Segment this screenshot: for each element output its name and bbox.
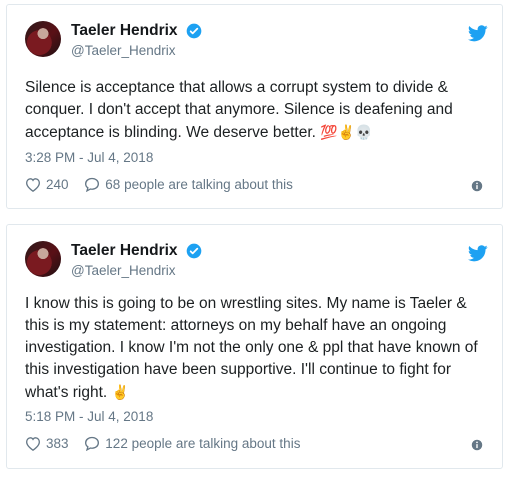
tweet-text: I know this is going to be on wrestling … xyxy=(25,293,486,404)
author-info[interactable]: Taeler Hendrix @Taeler_Hendrix xyxy=(71,21,202,60)
talking-action[interactable]: 68 people are talking about this xyxy=(84,177,293,192)
heart-icon xyxy=(25,437,41,451)
author-name[interactable]: Taeler Hendrix xyxy=(71,21,178,41)
tweet-emojis: 💯✌💀 xyxy=(320,124,373,140)
comment-icon xyxy=(85,177,100,192)
tweet-timestamp[interactable]: 5:18 PM - Jul 4, 2018 xyxy=(25,409,153,424)
tweet-card[interactable]: Taeler Hendrix @Taeler_Hendrix I know th… xyxy=(6,224,503,469)
twitter-bird-icon[interactable] xyxy=(468,25,488,42)
twitter-bird-icon[interactable] xyxy=(468,245,488,262)
tweet-actions: 240 68 people are talking about this xyxy=(25,177,484,197)
avatar[interactable] xyxy=(25,21,61,57)
tweet-header: Taeler Hendrix @Taeler_Hendrix xyxy=(25,21,488,69)
like-action[interactable]: 240 xyxy=(25,177,69,192)
like-count: 240 xyxy=(46,177,69,192)
tweet-text: Silence is acceptance that allows a corr… xyxy=(25,77,486,144)
tweet-header: Taeler Hendrix @Taeler_Hendrix xyxy=(25,241,488,289)
verified-badge-icon xyxy=(186,243,202,259)
like-count: 383 xyxy=(46,436,69,451)
avatar[interactable] xyxy=(25,241,61,277)
tweet-body: Silence is acceptance that allows a corr… xyxy=(25,79,453,141)
info-icon[interactable] xyxy=(470,179,484,193)
verified-badge-icon xyxy=(186,23,202,39)
talking-action[interactable]: 122 people are talking about this xyxy=(84,436,300,451)
tweet-actions: 383 122 people are talking about this xyxy=(25,436,484,456)
tweet-card[interactable]: Taeler Hendrix @Taeler_Hendrix Silence i… xyxy=(6,4,503,209)
author-name[interactable]: Taeler Hendrix xyxy=(71,241,178,261)
talking-text: 68 people are talking about this xyxy=(105,177,293,192)
like-action[interactable]: 383 xyxy=(25,436,69,451)
tweet-timestamp[interactable]: 3:28 PM - Jul 4, 2018 xyxy=(25,150,153,165)
tweet-body: I know this is going to be on wrestling … xyxy=(25,295,478,401)
author-info[interactable]: Taeler Hendrix @Taeler_Hendrix xyxy=(71,241,202,280)
info-icon[interactable] xyxy=(470,438,484,452)
heart-icon xyxy=(25,178,41,192)
tweet-emojis: ✌ xyxy=(111,384,129,400)
author-handle[interactable]: @Taeler_Hendrix xyxy=(71,42,202,60)
talking-text: 122 people are talking about this xyxy=(105,436,301,451)
author-handle[interactable]: @Taeler_Hendrix xyxy=(71,262,202,280)
comment-icon xyxy=(85,436,100,451)
